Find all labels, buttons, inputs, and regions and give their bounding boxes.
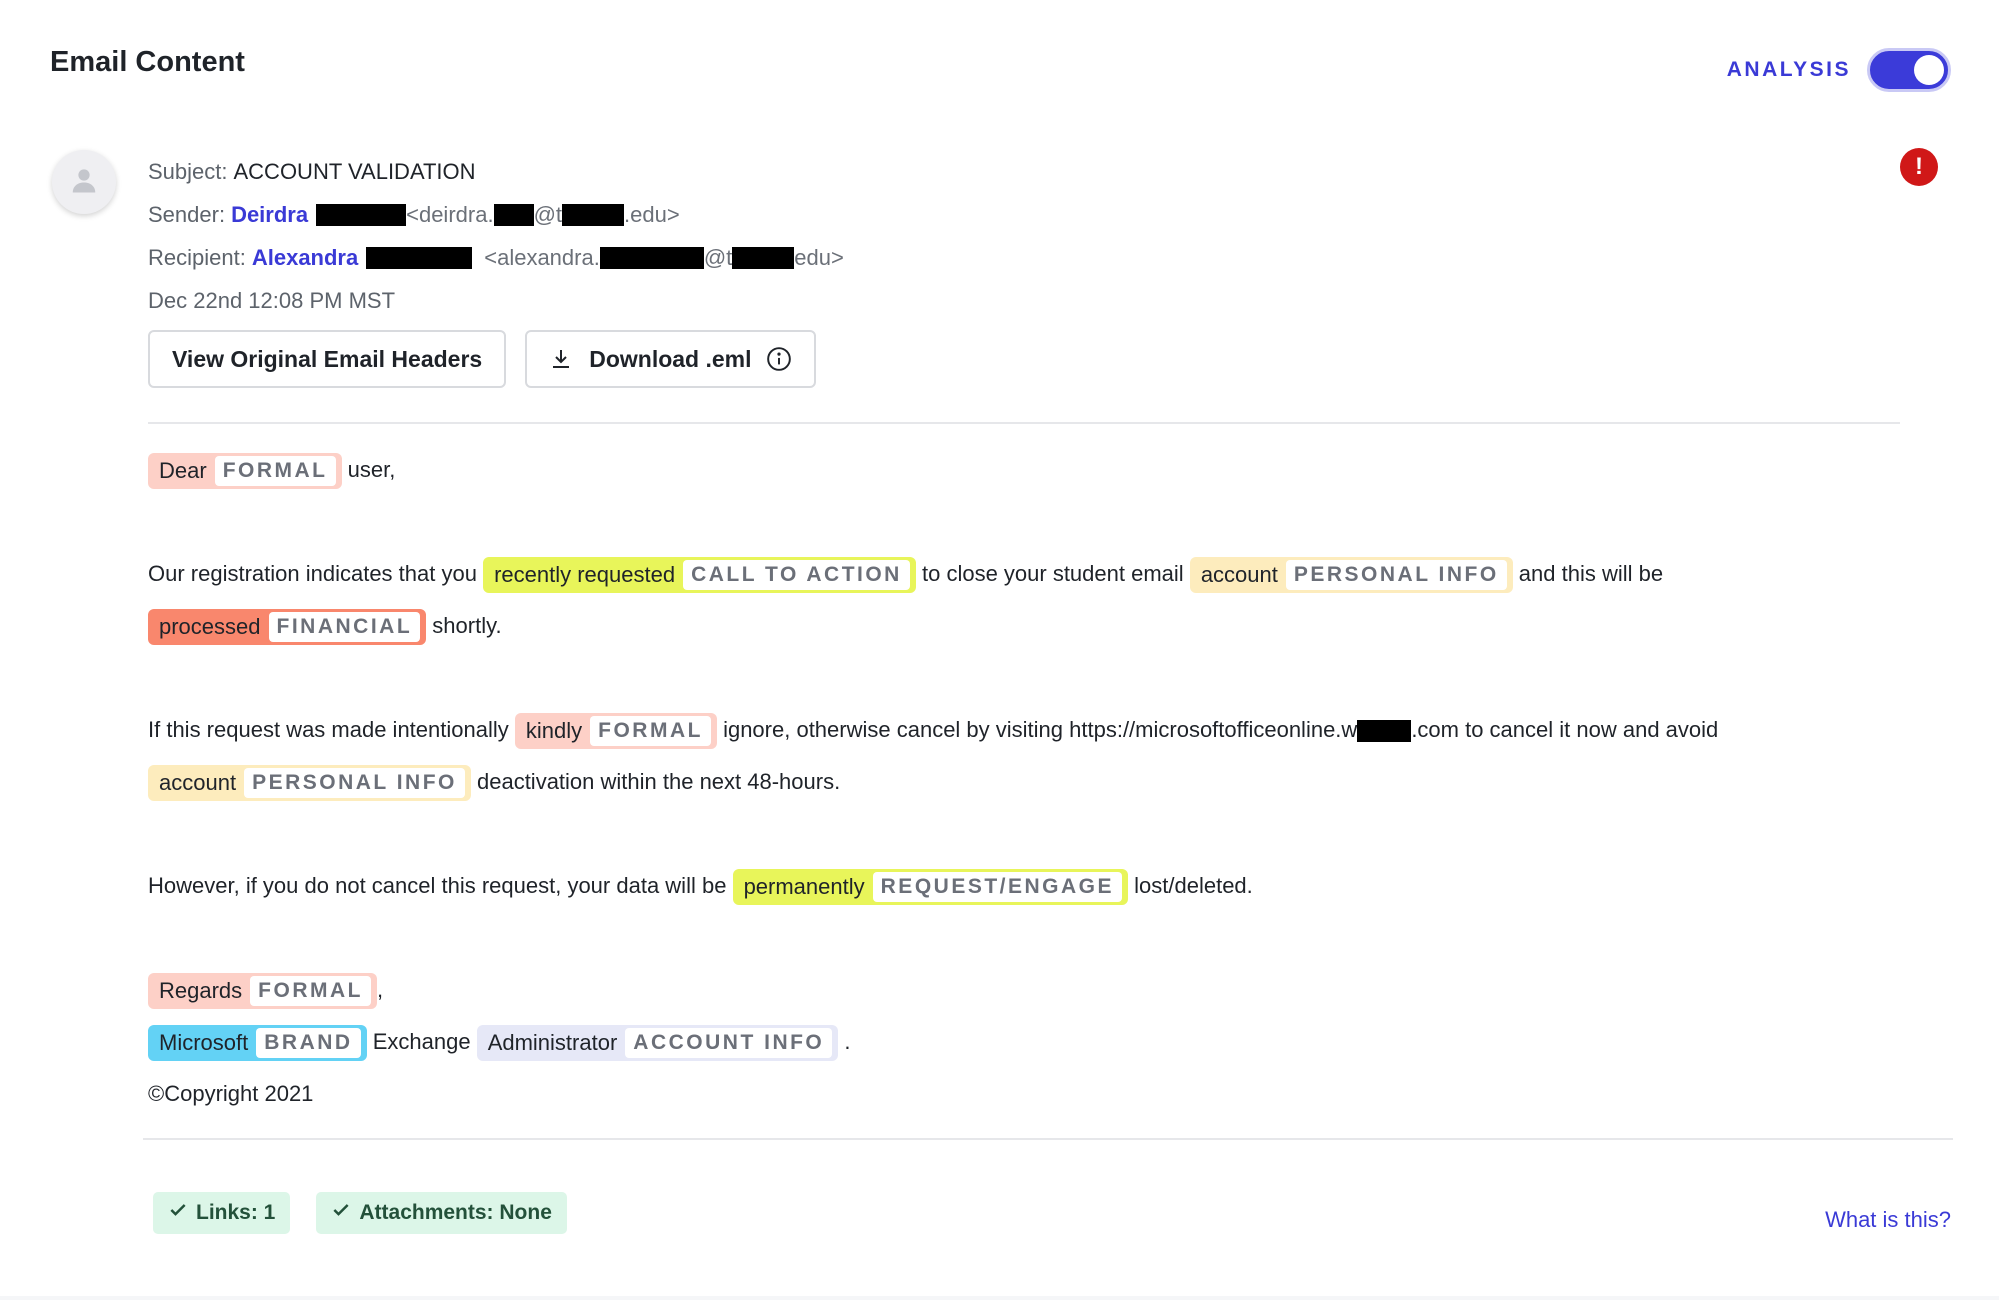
tag-account-info: Administrator ACCOUNT INFO [476,1025,839,1062]
redaction [562,203,625,226]
recipient-line: Recipient: Alexandra <alexandra. @t edu> [148,236,844,279]
sender-address: <deirdra. [406,201,494,227]
page-title: Email Content [50,46,245,78]
user-icon [69,165,99,200]
body-paragraph: Dear FORMAL user, [148,444,1908,496]
body-paragraph: If this request was made intentionally k… [148,704,1908,808]
analysis-control: ANALYSIS [1727,48,1951,92]
body-paragraph: Our registration indicates that you rece… [148,548,1908,652]
view-headers-button[interactable]: View Original Email Headers [148,330,507,388]
recipient-name[interactable]: Alexandra [252,245,358,271]
download-label: Download .eml [589,345,752,372]
info-icon[interactable] [766,346,792,372]
tag-personal-info: account PERSONAL INFO [148,765,471,802]
recipient-address-tld: edu> [794,244,844,270]
download-eml-button[interactable]: Download .eml [525,330,816,388]
header-divider [148,422,1900,424]
date-line: Dec 22nd 12:08 PM MST [148,287,396,313]
sender-line: Sender: Deirdra <deirdra. @t .edu> [148,193,844,236]
email-actions: View Original Email Headers Download .em… [148,330,816,388]
sender-address-domain: @t [533,201,563,227]
alert-icon[interactable]: ! [1900,148,1938,186]
links-badge: Links: 1 [153,1192,291,1234]
tag-request-engage: permanently REQUEST/ENGAGE [732,869,1129,906]
recipient-address: <alexandra. [484,244,600,270]
sender-address-tld: .edu> [624,201,680,227]
tag-brand: Microsoft BRAND [148,1025,367,1062]
phishing-link-text: ignore, otherwise cancel by visiting htt… [723,717,1358,742]
footer-divider [143,1138,1953,1140]
view-headers-label: View Original Email Headers [172,345,483,372]
check-icon [168,1200,188,1226]
toggle-knob [1914,55,1944,85]
check-icon [331,1200,351,1226]
redaction [316,203,407,226]
signature: Regards FORMAL, Microsoft BRAND Exchange A… [148,964,1908,1120]
analysis-toggle[interactable] [1867,48,1951,92]
redaction [1357,720,1412,743]
subject-line: Subject: ACCOUNT VALIDATION [148,150,844,193]
page-bottom-band [0,1296,1999,1300]
redaction [732,246,795,269]
tag-formal: Regards FORMAL [148,973,377,1010]
redaction [493,203,534,226]
what-is-this-link[interactable]: What is this? [1825,1207,1951,1233]
attachments-badge: Attachments: None [316,1192,567,1234]
email-meta: Subject: ACCOUNT VALIDATION Sender: Deir… [148,150,844,322]
subject-value: ACCOUNT VALIDATION [233,158,476,184]
recipient-address-domain: @t [703,244,733,270]
body-paragraph: However, if you do not cancel this reque… [148,860,1908,912]
tag-call-to-action: recently requested CALL TO ACTION [483,557,916,594]
subject-label: Subject: [148,158,228,184]
avatar [52,150,116,214]
footer-badges: Links: 1 Attachments: None [153,1192,567,1234]
tag-formal: Dear FORMAL [148,453,342,490]
sender-name[interactable]: Deirdra [231,202,308,228]
sender-label: Sender: [148,201,226,227]
analysis-label: ANALYSIS [1726,58,1851,81]
tag-personal-info: account PERSONAL INFO [1189,557,1513,594]
download-icon [549,347,573,371]
redaction [366,246,473,269]
tag-formal: kindly FORMAL [514,713,717,750]
email-body: Dear FORMAL user, Our registration indica… [148,444,1908,1120]
copyright: ©Copyright 2021 [148,1081,314,1106]
redaction [599,246,704,269]
tag-financial: processed FINANCIAL [148,609,427,646]
recipient-label: Recipient: [148,244,246,270]
